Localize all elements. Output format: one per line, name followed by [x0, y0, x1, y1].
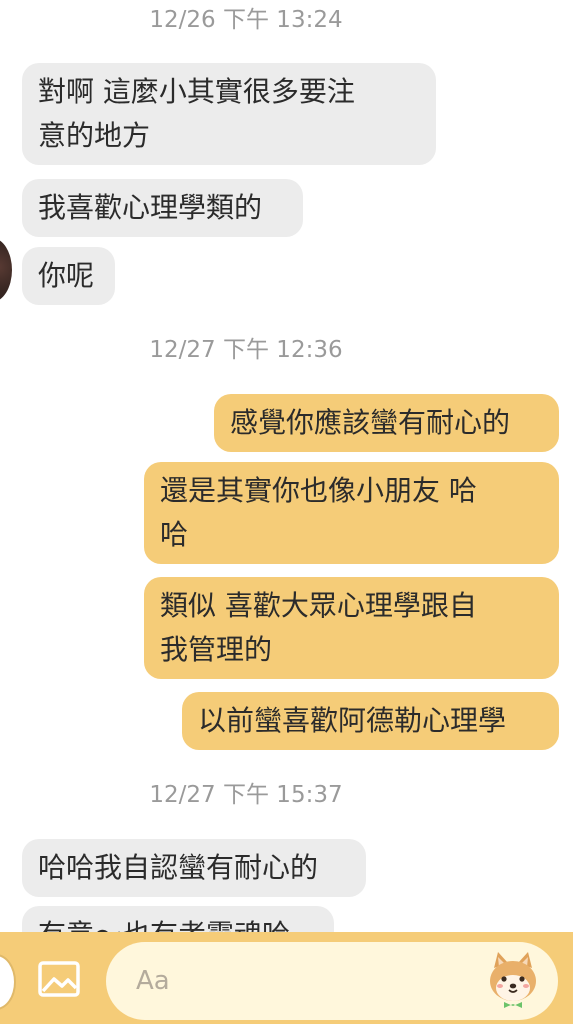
timestamp: 12/27 下午 15:37 [149, 782, 343, 808]
incoming-message-bubble[interactable]: 對啊 這麼小其實很多要注 意的地方 [22, 63, 436, 165]
incoming-message-bubble[interactable]: 我喜歡心理學類的 [22, 179, 303, 237]
contact-avatar[interactable] [0, 238, 12, 302]
chat-area[interactable]: 12/26 下午 13:24 對啊 這麼小其實很多要注 意的地方 我喜歡心理學類… [0, 0, 573, 932]
message-text: 你呢 [38, 259, 95, 292]
message-text: 感覺你應該蠻有耐心的 [230, 406, 511, 439]
message-text: 有意～也有考靈魂哈 [38, 918, 290, 932]
outgoing-message-bubble[interactable]: 感覺你應該蠻有耐心的 [214, 394, 559, 452]
outgoing-message-bubble[interactable]: 類似 喜歡大眾心理學跟自 我管理的 [144, 577, 559, 679]
shiba-dog-sticker-icon[interactable] [484, 948, 542, 1010]
timestamp: 12/27 下午 12:36 [149, 337, 343, 363]
message-text: 以前蠻喜歡阿德勒心理學 [198, 704, 507, 737]
outgoing-message-bubble[interactable]: 以前蠻喜歡阿德勒心理學 [182, 692, 559, 750]
message-text: 我喜歡心理學類的 [38, 191, 263, 224]
timestamp: 12/26 下午 13:24 [149, 7, 343, 33]
message-text: 還是其實你也像小朋友 哈 哈 [160, 474, 477, 551]
incoming-message-bubble[interactable]: 你呢 [22, 247, 115, 305]
image-icon[interactable] [37, 957, 81, 1001]
incoming-message-bubble[interactable]: 哈哈我自認蠻有耐心的 [22, 839, 366, 897]
message-text: 哈哈我自認蠻有耐心的 [38, 851, 319, 884]
message-text: 類似 喜歡大眾心理學跟自 我管理的 [160, 589, 477, 666]
outgoing-message-bubble[interactable]: 還是其實你也像小朋友 哈 哈 [144, 462, 559, 564]
message-input-placeholder: Aa [136, 966, 170, 996]
message-text: 對啊 這麼小其實很多要注 意的地方 [38, 75, 355, 152]
message-input[interactable]: Aa [106, 942, 558, 1020]
incoming-message-bubble[interactable]: 有意～也有考靈魂哈 [22, 906, 334, 932]
